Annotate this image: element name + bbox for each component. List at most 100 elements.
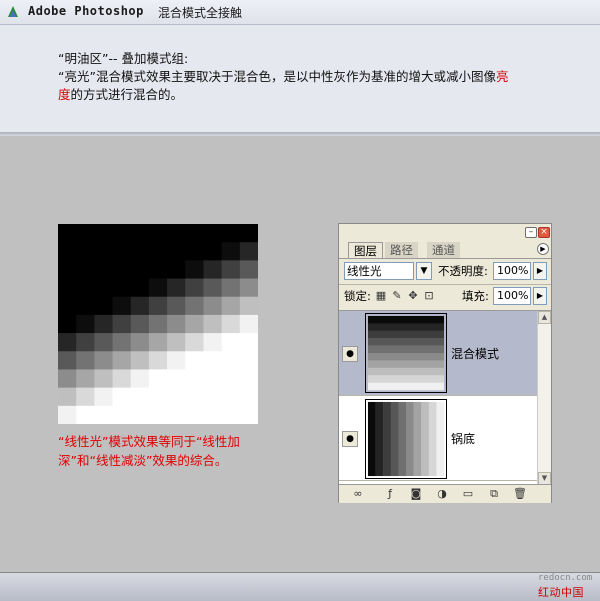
thumbnail-band (375, 401, 384, 477)
result-pixel (239, 296, 258, 316)
watermark-name: 红动中国 (538, 586, 584, 599)
adjustment-layer-icon[interactable]: ◑ (435, 487, 449, 500)
thumbnail-band (406, 401, 414, 477)
result-pixel (221, 387, 241, 407)
header-area: Adobe Photoshop 混合模式全接触 “明油区”-- 叠加模式组: “… (0, 0, 600, 132)
result-pixel (203, 369, 223, 389)
result-pixel (112, 278, 132, 298)
layers-list: ● 混合模式 ● 锅底 ▲ ▼ (339, 310, 551, 485)
result-pixel (58, 314, 77, 334)
lock-all-icon[interactable]: ⊡ (423, 290, 435, 302)
intro-text-a: “亮光”混合模式效果主要取决于混合色，是以中性灰作为基准的增大或减小图像 (58, 69, 496, 84)
result-pixel (167, 296, 186, 316)
layer-row-base[interactable]: ● 锅底 (339, 396, 537, 481)
blend-mode-select[interactable]: 线性光 (344, 262, 414, 280)
lock-transparency-icon[interactable]: ▦ (375, 290, 387, 302)
result-pixel (58, 224, 77, 243)
result-pixel (185, 351, 204, 370)
result-pixel (130, 242, 150, 261)
result-pixel (203, 314, 223, 334)
thumbnail-band (436, 401, 445, 477)
footer-bar (0, 572, 600, 601)
result-pixel (58, 278, 77, 298)
result-pixel (239, 369, 258, 389)
lock-brush-icon[interactable]: ✎ (391, 290, 403, 302)
result-pixel (239, 314, 258, 334)
eye-icon[interactable]: ● (342, 431, 358, 447)
thumbnail-band (367, 323, 445, 331)
result-pixel (167, 224, 186, 243)
thumbnail-band (367, 382, 445, 391)
new-layer-icon[interactable]: ⧉ (487, 487, 501, 500)
watermark-site: redocn.com (538, 573, 593, 583)
result-pixel (130, 351, 150, 370)
result-pixel (76, 351, 95, 370)
result-pixel (130, 296, 150, 316)
result-pixel (167, 351, 186, 370)
delete-layer-icon[interactable]: 🗑 (513, 487, 527, 500)
thumbnail-band (367, 330, 445, 339)
thumbnail-band (367, 360, 445, 369)
result-pixel (185, 224, 204, 243)
link-layers-icon[interactable]: ∞ (351, 487, 365, 500)
new-group-icon[interactable]: ▭ (461, 487, 475, 500)
result-pixel (221, 351, 241, 370)
minimize-button[interactable]: – (525, 227, 537, 238)
fill-field[interactable]: 100% (493, 287, 531, 305)
lock-position-icon[interactable]: ✥ (407, 290, 419, 302)
opacity-slider-icon[interactable]: ▶ (533, 262, 547, 280)
thumbnail-band (398, 401, 407, 477)
linear-light-result-image (58, 224, 258, 424)
eye-icon[interactable]: ● (342, 346, 358, 362)
result-pixel (94, 260, 114, 280)
result-pixel (185, 314, 204, 334)
result-pixel (76, 314, 95, 334)
result-pixel (148, 314, 168, 334)
result-pixel (130, 387, 150, 407)
result-pixel (167, 405, 186, 424)
layer-name: 锅底 (451, 432, 476, 446)
result-pixel (148, 387, 168, 407)
scroll-up-icon[interactable]: ▲ (538, 311, 551, 324)
result-pixel (148, 242, 168, 261)
result-pixel (185, 278, 204, 298)
thumbnail-band (367, 353, 445, 361)
title-english: Adobe Photoshop (28, 4, 144, 18)
panel-menu-icon[interactable]: ▶ (537, 243, 549, 255)
result-pixel (58, 369, 77, 389)
tab-layers[interactable]: 图层 (348, 242, 383, 258)
header-divider (0, 132, 600, 136)
intro-red-1: 亮 (495, 69, 509, 84)
thumbnail-band (367, 338, 445, 346)
fill-slider-icon[interactable]: ▶ (533, 287, 547, 305)
scrollbar[interactable]: ▲ ▼ (537, 311, 551, 485)
tab-paths[interactable]: 路径 (385, 242, 418, 258)
result-pixel (167, 369, 186, 389)
layer-row-blend[interactable]: ● 混合模式 (339, 311, 537, 396)
chevron-down-icon[interactable]: ▼ (416, 262, 432, 280)
close-button[interactable]: × (538, 227, 550, 238)
result-pixel (130, 369, 150, 389)
result-pixel (148, 333, 168, 352)
result-pixel (203, 224, 223, 243)
result-pixel (112, 242, 132, 261)
result-pixel (203, 333, 223, 352)
result-pixel (203, 296, 223, 316)
blend-row: 线性光 ▼ 不透明度: 100% ▶ (339, 260, 551, 284)
layer-mask-icon[interactable]: ◙ (409, 487, 423, 500)
result-pixel (76, 260, 95, 280)
result-pixel (185, 296, 204, 316)
layer-style-icon[interactable]: ƒ (383, 487, 397, 500)
result-pixel (58, 405, 77, 424)
result-pixel (130, 260, 150, 280)
result-pixel (76, 278, 95, 298)
tab-channels[interactable]: 通道 (427, 242, 460, 258)
caption: “线性光”模式效果等同于“线性加深”和“线性减淡”效果的综合。 (58, 434, 240, 468)
layer-thumbnail-horizontal-gradient (365, 313, 447, 393)
result-pixel (239, 278, 258, 298)
opacity-field[interactable]: 100% (493, 262, 531, 280)
result-pixel (239, 387, 258, 407)
thumbnail-band (367, 315, 445, 324)
result-pixel (112, 260, 132, 280)
result-pixel (148, 369, 168, 389)
